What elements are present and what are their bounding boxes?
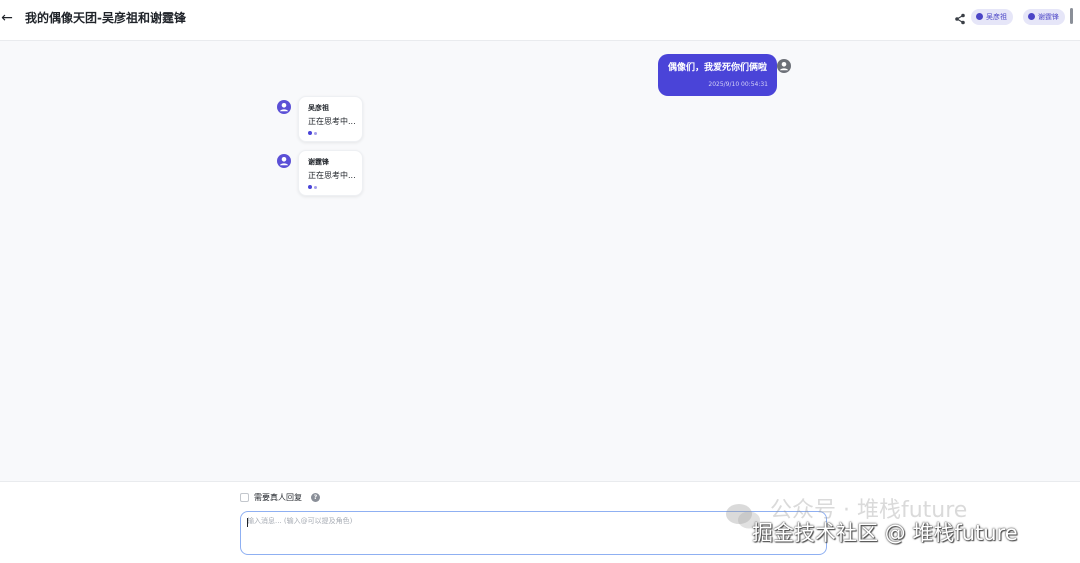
person-avatar-icon xyxy=(277,154,291,168)
question-circle-icon[interactable]: ? xyxy=(311,493,320,502)
participant-chip-label: 谢霆锋 xyxy=(1038,13,1059,21)
typing-indicator xyxy=(308,131,319,135)
typing-indicator xyxy=(308,185,319,189)
chat-area: 偶像们，我爱死你们俩啦 2025/9/10 00:54:31 吴彦祖 正在思考中… xyxy=(0,41,1080,481)
user-message-bubble: 偶像们，我爱死你们俩啦 2025/9/10 00:54:31 xyxy=(658,54,777,96)
chat-header: ← 我的偶像天团-吴彦祖和谢霆锋 吴彦祖 谢霆锋 xyxy=(0,0,1080,41)
participant-chip-xie[interactable]: 谢霆锋 xyxy=(1023,9,1065,25)
participant-chip-label: 吴彦祖 xyxy=(986,13,1007,21)
share-icon[interactable] xyxy=(952,11,968,27)
participant-chip-wu[interactable]: 吴彦祖 xyxy=(971,9,1013,25)
typing-dot xyxy=(308,131,312,135)
sender-name: 谢霆锋 xyxy=(308,158,329,166)
ai-message-card: 吴彦祖 正在思考中... xyxy=(298,96,363,142)
scrollbar[interactable] xyxy=(1070,8,1073,24)
typing-dot xyxy=(308,185,312,189)
sender-name: 吴彦祖 xyxy=(308,104,329,112)
human-reply-checkbox[interactable] xyxy=(240,493,249,502)
arrow-left-icon: ← xyxy=(1,10,13,26)
person-icon xyxy=(1028,13,1035,20)
thinking-status: 正在思考中... xyxy=(308,171,356,180)
thinking-status: 正在思考中... xyxy=(308,117,356,126)
ai-message-card: 谢霆锋 正在思考中... xyxy=(298,150,363,196)
typing-dot xyxy=(314,132,317,135)
human-reply-label: 需要真人回复 xyxy=(254,493,302,502)
text-caret xyxy=(247,518,248,527)
message-text: 偶像们，我爱死你们俩啦 xyxy=(668,63,768,73)
watermark-juejin: 掘金技术社区 @ 堆栈future xyxy=(752,521,1018,545)
person-avatar-icon xyxy=(277,100,291,114)
typing-dot xyxy=(314,186,317,189)
page-title: 我的偶像天团-吴彦祖和谢霆锋 xyxy=(25,11,186,25)
person-icon xyxy=(976,13,983,20)
back-button[interactable]: ← xyxy=(0,9,14,27)
message-timestamp: 2025/9/10 00:54:31 xyxy=(708,81,768,88)
user-avatar-icon xyxy=(777,59,791,73)
